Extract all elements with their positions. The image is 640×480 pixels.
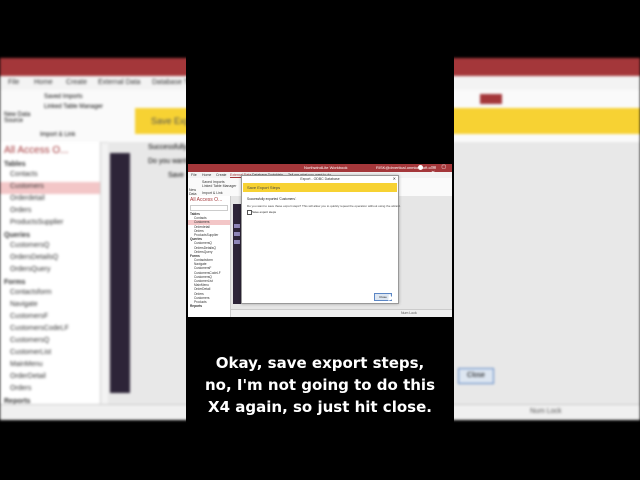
- export-dialog: Export - ODBC Database ✕ Save Export Ste…: [241, 175, 401, 304]
- dialog-close-icon[interactable]: ✕: [393, 176, 396, 181]
- bg-tab: Create: [66, 79, 88, 86]
- save-export-steps-label[interactable]: Save export steps: [252, 210, 276, 214]
- preview-card: [234, 232, 240, 236]
- linked-table-manager-button[interactable]: Linked Table Manager: [202, 184, 236, 188]
- preview-card: [234, 224, 240, 228]
- nav-search-input[interactable]: [190, 205, 228, 211]
- caption-line: Okay, save export steps,: [215, 354, 425, 372]
- bg-tab: Home: [34, 79, 53, 86]
- bg-dialog-line: Save: [168, 172, 184, 179]
- bg-nav-item: MainMenu: [10, 361, 43, 368]
- bg-nav-item: ProductsSupplier: [10, 219, 64, 226]
- nav-section-reports[interactable]: Reports: [188, 304, 230, 308]
- caption-line: X4 again, so just hit close.: [208, 398, 432, 416]
- dialog-question: Do you want to save these export steps? …: [247, 204, 401, 208]
- bg-nav-item: Customers: [0, 182, 100, 194]
- tab-home[interactable]: Home: [202, 173, 211, 177]
- dialog-banner-text: Save Export Steps: [247, 185, 281, 190]
- video-caption: Okay, save export steps, no, I'm not goi…: [186, 352, 454, 418]
- status-bar: Num Lock: [231, 309, 452, 317]
- bg-nav-section: Forms: [4, 279, 26, 286]
- bg-nav-pane: All Access O... Tables Contacts Customer…: [0, 142, 101, 420]
- bg-status-text: Num Lock: [530, 408, 562, 415]
- bg-close-button: Close: [458, 368, 494, 384]
- bg-nav-item: OrdersDetailsQ: [10, 254, 59, 261]
- bg-nav-item: Navigate: [10, 301, 38, 308]
- bg-tab: Database T: [152, 79, 189, 86]
- tab-file[interactable]: File: [191, 173, 197, 177]
- bg-linked-table-manager: Linked Table Manager: [44, 104, 103, 110]
- bg-new-data-source: New Data Source: [4, 112, 31, 124]
- dialog-message: Successfully exported 'Customers'.: [247, 197, 297, 201]
- dialog-title: Export - ODBC Database: [300, 177, 340, 181]
- account-name: RISK@drvertical.onmicrosoft.com: [376, 165, 437, 170]
- ribbon-group-label: Import & Link: [202, 191, 223, 195]
- title-bar: NorthwindLite Workbook RISK@drvertical.o…: [188, 164, 452, 176]
- tab-create[interactable]: Create: [216, 173, 227, 177]
- bg-nav-item: Orderdetail: [10, 195, 45, 202]
- bg-nav-item: CustomersCodeLF: [10, 325, 69, 332]
- caption-line: no, I'm not going to do this: [204, 376, 435, 394]
- bg-nav-section: Queries: [4, 232, 31, 239]
- status-num-lock: Num Lock: [401, 311, 417, 315]
- bg-nav-section: Tables: [4, 161, 26, 168]
- bg-tab: External Data: [98, 79, 141, 86]
- bg-nav-item: Contacts: [10, 171, 38, 178]
- form-preview-image: [233, 204, 241, 304]
- navigation-pane: All Access O... Tables Contacts Customer…: [188, 196, 231, 317]
- bg-nav-item: Orders: [10, 207, 32, 214]
- bg-nav-item: Contactsform: [10, 289, 52, 296]
- bg-nav-item: CustomersF: [10, 313, 49, 320]
- bg-group-import-link: Import & Link: [40, 132, 76, 138]
- bg-nav-item: Orders: [10, 385, 32, 392]
- nav-title[interactable]: All Access O...: [188, 196, 230, 204]
- bg-nav-item: CustomersQ: [10, 337, 50, 344]
- preview-card: [234, 240, 240, 244]
- bg-red-button: [480, 94, 502, 104]
- access-screenshot: NorthwindLite Workbook RISK@drvertical.o…: [188, 164, 452, 317]
- bg-saved-imports: Saved Imports: [44, 94, 83, 100]
- bg-nav-item: CustomersQ: [10, 242, 50, 249]
- bg-nav-item: OrdersQuery: [10, 266, 51, 273]
- window-title: NorthwindLite Workbook: [304, 165, 348, 170]
- dialog-banner: Save Export Steps: [243, 183, 397, 192]
- avatar[interactable]: [418, 165, 423, 170]
- bg-nav-title: All Access O...: [4, 145, 69, 156]
- bg-dark-image: [110, 153, 130, 393]
- bg-nav-item: CustomerList: [10, 349, 52, 356]
- bg-nav-item: OrderDetail: [10, 373, 46, 380]
- bg-tab: File: [8, 79, 20, 86]
